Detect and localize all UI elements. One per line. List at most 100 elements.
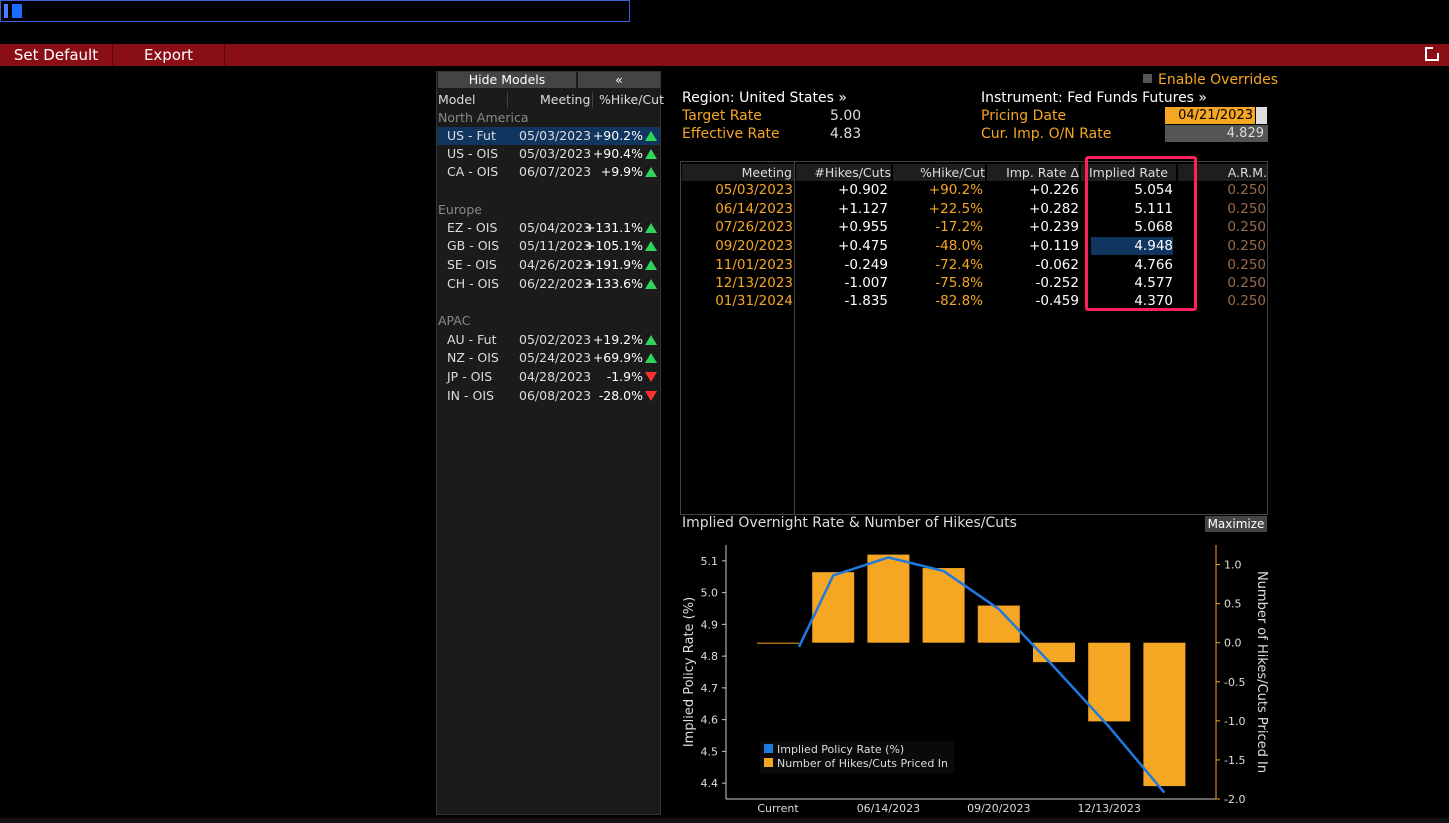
onrate-input[interactable]: 4.829 [1165,125,1268,142]
cell-meeting: 07/26/2023 [715,219,793,235]
hide-models-button[interactable]: Hide Models [438,72,576,88]
cell-meeting: 01/31/2024 [715,293,793,309]
calendar-icon[interactable] [1256,107,1267,124]
cell-hikes: -1.835 [844,293,888,309]
triangle-down-icon [645,372,657,382]
col-meeting-header[interactable]: Meeting [540,91,590,109]
instrument-selector[interactable]: Instrument: Fed Funds Futures » [981,89,1207,107]
x-tick-label: 06/14/2023 [857,802,920,815]
model-name: CA - OIS [447,164,499,179]
y-tick-label: 4.7 [701,682,719,695]
th-meeting[interactable]: Meeting [682,164,794,181]
y-right-tick-label: -1.5 [1224,754,1245,767]
model-meeting: 05/11/2023 [519,238,592,253]
highlight-box [1085,156,1197,311]
model-pct: -1.9% [606,369,643,384]
rate-chart: 5.1 5.0 4.9 4.8 4.7 4.6 4.5 4.4 1.0 0.5 0.0 -0.5 -1.… [682,545,1269,815]
model-row[interactable]: NZ - OIS 05/24/2023 +69.9% [437,349,660,367]
model-meeting: 05/03/2023 [519,146,592,161]
legend-label: Number of Hikes/Cuts Priced In [777,757,948,770]
th-pct[interactable]: %Hike/Cut [893,164,985,181]
legend-swatch [764,758,773,767]
cell-meeting: 11/01/2023 [715,257,793,273]
model-pct: +105.1% [584,238,643,253]
cell-imp-delta: +0.119 [1029,238,1079,254]
y-tick-label: 4.6 [701,714,719,727]
model-row[interactable]: EZ - OIS 05/04/2023 +131.1% [437,219,660,237]
col-pct-header[interactable]: %Hike/Cut [599,91,664,109]
model-name: US - Fut [447,128,496,143]
cell-imp-delta: -0.062 [1035,257,1079,273]
col-model-header[interactable]: Model [438,91,476,109]
model-meeting: 04/26/2023 [519,257,592,272]
effective-rate-value: 4.83 [830,126,862,142]
model-row[interactable]: IN - OIS 06/08/2023 -28.0% [437,387,660,405]
model-name: JP - OIS [447,369,493,384]
y-right-axis-label: Number of Hikes/Cuts Priced In [1254,571,1269,773]
model-meeting: 06/08/2023 [519,388,592,403]
cell-hikes: -0.249 [844,257,888,273]
collapse-button[interactable]: « [578,72,660,88]
model-pct: +90.2% [592,128,643,143]
toolbar: Set Default Export [0,44,1449,66]
cell-pct: +22.5% [928,201,983,217]
model-row[interactable]: US - OIS 05/03/2023 +90.4% [437,145,660,163]
region-selector[interactable]: Region: United States » [682,89,847,107]
cell-pct: -72.4% [935,257,983,273]
model-meeting: 05/24/2023 [519,350,592,365]
triangle-up-icon [645,260,657,270]
model-row[interactable]: SE - OIS 04/26/2023 +191.9% [437,256,660,274]
triangle-up-icon [645,279,657,289]
cell-pct: -75.8% [935,275,983,291]
y-tick-label: 4.9 [701,618,719,631]
command-line[interactable] [0,0,630,22]
model-row[interactable]: GB - OIS 05/11/2023 +105.1% [437,237,660,255]
models-panel: Hide Models « Model Meeting %Hike/Cut No… [436,71,664,815]
model-row[interactable]: AU - Fut 05/02/2023 +19.2% [437,331,660,349]
y-axis-label: Implied Policy Rate (%) [682,597,697,747]
y-right-tick-label: -2.0 [1224,793,1245,806]
y-right-tick-label: 0.5 [1224,598,1242,611]
model-pct: +69.9% [592,350,643,365]
cursor [12,4,22,18]
enable-overrides-label[interactable]: Enable Overrides [1158,71,1278,89]
triangle-up-icon [645,335,657,345]
set-default-button[interactable]: Set Default [0,44,113,66]
model-name: IN - OIS [447,388,494,403]
y-tick-label: 5.0 [701,587,719,600]
cell-hikes: -1.007 [844,275,888,291]
y-right-tick-label: 0.0 [1224,637,1242,650]
export-button[interactable]: Export [113,44,225,66]
pricing-date-input[interactable]: 04/21/2023 [1165,107,1255,124]
maximize-button[interactable]: Maximize [1205,516,1267,532]
cell-hikes: +0.475 [838,238,888,254]
enable-overrides-checkbox[interactable] [1143,74,1152,83]
cell-hikes: +1.127 [838,201,888,217]
y-right-tick-label: -1.0 [1224,715,1245,728]
triangle-up-icon [645,223,657,233]
popout-icon[interactable] [1425,46,1440,61]
cell-hikes: +0.955 [838,219,888,235]
th-imp-delta[interactable]: Imp. Rate Δ [987,164,1079,181]
model-meeting: 04/28/2023 [519,369,592,384]
target-rate-label: Target Rate [682,108,762,124]
legend-label: Implied Policy Rate (%) [777,743,904,756]
region-north-america: North America [438,110,529,125]
model-row[interactable]: CH - OIS 06/22/2023 +133.6% [437,275,660,293]
model-pct: +191.9% [584,257,643,272]
model-row[interactable]: JP - OIS 04/28/2023 -1.9% [437,368,660,386]
model-meeting: 05/04/2023 [519,220,592,235]
th-hikes[interactable]: #Hikes/Cuts [796,164,891,181]
model-name: NZ - OIS [447,350,499,365]
model-row[interactable]: CA - OIS 06/07/2023 +9.9% [437,163,660,181]
pricing-date-label: Pricing Date [981,108,1067,124]
model-name: CH - OIS [447,276,500,291]
cell-imp-delta: +0.282 [1029,201,1079,217]
triangle-up-icon [645,167,657,177]
y-tick-label: 4.5 [701,745,719,758]
triangle-up-icon [645,241,657,251]
triangle-up-icon [645,131,657,141]
cell-meeting: 09/20/2023 [715,238,793,254]
model-row[interactable]: US - Fut 05/03/2023 +90.2% [437,127,660,145]
model-pct: +19.2% [592,332,643,347]
